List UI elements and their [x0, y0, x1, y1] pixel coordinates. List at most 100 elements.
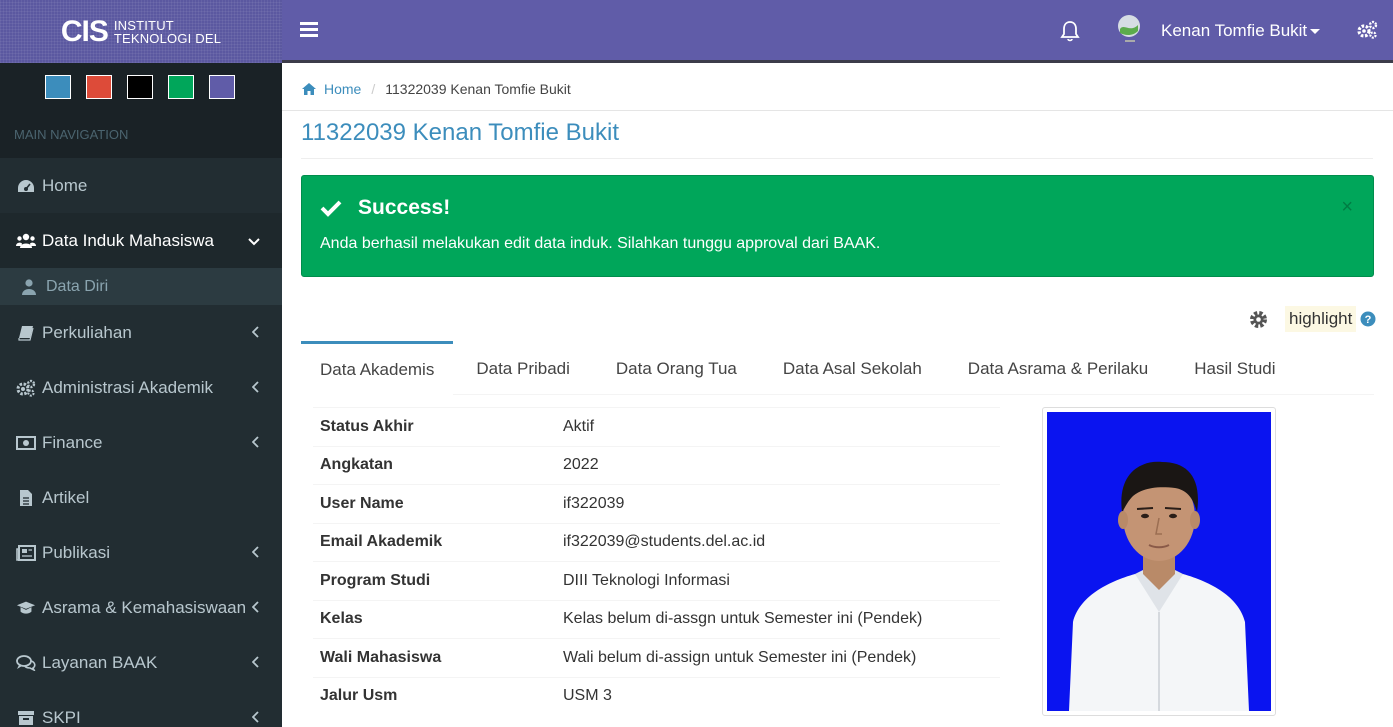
row-label: Status Akhir	[320, 417, 414, 435]
tab-data-orang-tua[interactable]: Data Orang Tua	[593, 341, 760, 395]
breadcrumb-home-label: Home	[324, 81, 362, 97]
chevron-left-icon	[251, 435, 260, 451]
highlight-toggle[interactable]: highlight	[1285, 306, 1357, 332]
skin-red[interactable]	[86, 75, 112, 99]
chevron-left-icon	[251, 380, 260, 396]
chevron-left-icon	[251, 655, 260, 671]
skin-black[interactable]	[127, 75, 153, 99]
row-label: Kelas	[320, 610, 363, 628]
skin-picker	[0, 63, 282, 111]
row-value: DIII Teknologi Informasi	[563, 571, 730, 589]
sidebar-item-label: Publikasi	[42, 542, 111, 562]
sidebar-item-label: Perkuliahan	[42, 322, 132, 342]
sidebar-item-layanan-baak[interactable]: Layanan BAAK	[0, 635, 282, 690]
logo-mark: CIS	[60, 14, 109, 48]
table-row: Jalur Usm USM 3	[313, 676, 1000, 716]
row-value: Wali belum di-assign untuk Semester ini …	[563, 648, 917, 666]
newspaper-icon	[16, 544, 36, 562]
sidebar-item-asrama-kemahasiswaan[interactable]: Asrama & Kemahasiswaan	[0, 580, 282, 635]
row-value: USM 3	[563, 687, 612, 705]
close-icon[interactable]: ×	[1341, 196, 1353, 219]
logo-text: INSTITUT TEKNOLOGI DEL	[114, 19, 221, 45]
divider	[301, 158, 1373, 159]
sidebar-item-artikel[interactable]: Artikel	[0, 470, 282, 525]
sidebar: CIS INSTITUT TEKNOLOGI DEL MAIN NAVIGATI…	[0, 0, 282, 727]
chevron-left-icon	[251, 600, 260, 616]
alert-title: Success!	[320, 196, 450, 220]
sidebar-subitem-data-diri[interactable]: Data Diri	[0, 268, 282, 305]
breadcrumb-separator: /	[371, 81, 376, 97]
top-navbar: Kenan Tomfie Bukit	[282, 0, 1393, 63]
tab-data-asal-sekolah[interactable]: Data Asal Sekolah	[760, 341, 945, 395]
highlight-toolbar: highlight ?	[1248, 306, 1376, 332]
cogs-icon[interactable]	[1356, 20, 1378, 45]
sidebar-item-data-induk-mahasiswa[interactable]: Data Induk Mahasiswa	[0, 213, 282, 268]
users-icon	[16, 232, 36, 250]
sidebar-item-perkuliahan[interactable]: Perkuliahan	[0, 305, 282, 360]
chevron-left-icon	[251, 710, 260, 726]
row-value: if322039@students.del.ac.id	[563, 533, 766, 551]
profile-tabs: Data Akademis Data Pribadi Data Orang Tu…	[301, 341, 1374, 395]
file-icon	[16, 489, 36, 507]
sidebar-item-label: SKPI	[42, 707, 81, 727]
svg-text:?: ?	[1365, 314, 1372, 326]
sidebar-item-home[interactable]: Home	[0, 158, 282, 213]
tab-data-pribadi[interactable]: Data Pribadi	[453, 341, 593, 395]
gear-icon[interactable]	[1248, 309, 1269, 330]
page-title: 11322039 Kenan Tomfie Bukit	[301, 119, 620, 146]
alert-title-text: Success!	[358, 196, 451, 219]
sidebar-item-finance[interactable]: Finance	[0, 415, 282, 470]
row-value: 2022	[563, 456, 599, 474]
row-value: Aktif	[563, 417, 595, 435]
tab-data-akademis[interactable]: Data Akademis	[301, 341, 454, 395]
logo-line-2: TEKNOLOGI DEL	[113, 30, 222, 46]
table-row: User Name if322039	[313, 484, 1000, 523]
avatar[interactable]	[1116, 15, 1142, 45]
breadcrumb: Home / 11322039 Kenan Tomfie Bukit	[302, 81, 571, 97]
sidebar-toggle-icon[interactable]	[300, 22, 318, 40]
student-photo	[1042, 407, 1276, 716]
sidebar-item-label: Asrama & Kemahasiswaan	[42, 597, 247, 617]
question-circle-icon[interactable]: ?	[1360, 311, 1376, 327]
sidebar-item-label: Home	[42, 175, 88, 195]
sidebar-item-label: Finance	[42, 432, 103, 452]
table-row: Angkatan 2022	[313, 445, 1000, 485]
skin-blue[interactable]	[45, 75, 71, 99]
tab-hasil-studi[interactable]: Hasil Studi	[1171, 341, 1298, 395]
table-row: Wali Mahasiswa Wali belum di-assign untuk…	[313, 638, 1000, 677]
skin-green[interactable]	[168, 75, 194, 99]
row-label: Angkatan	[320, 456, 393, 474]
sidebar-item-label: Administrasi Akademik	[42, 377, 214, 397]
table-row: Kelas Kelas belum di-assgn untuk Semester…	[313, 599, 1000, 639]
divider	[282, 110, 1393, 111]
chevron-left-icon	[251, 325, 260, 341]
alert-message: Anda berhasil melakukan edit data induk.…	[320, 235, 881, 252]
table-row: Status Akhir Aktif	[313, 407, 1000, 446]
breadcrumb-home[interactable]: Home	[302, 81, 361, 97]
skin-purple[interactable]	[209, 75, 235, 99]
tab-data-asrama-perilaku[interactable]: Data Asrama & Perilaku	[945, 341, 1171, 395]
chevron-left-icon	[251, 545, 260, 561]
home-icon	[302, 83, 316, 95]
academic-data-table: Status Akhir Aktif Angkatan 2022 User Name…	[313, 407, 1000, 715]
table-row: Email Akademik if322039@students.del.ac.i…	[313, 522, 1000, 562]
cogs-icon	[16, 379, 36, 397]
row-label: Email Akademik	[320, 533, 443, 551]
sidebar-item-skpi[interactable]: SKPI	[0, 690, 282, 727]
nav-header: MAIN NAVIGATION	[0, 111, 282, 158]
success-alert: Success! Anda berhasil melakukan edit da…	[301, 175, 1374, 277]
caret-down-icon[interactable]	[1310, 29, 1320, 34]
logo[interactable]: CIS INSTITUT TEKNOLOGI DEL	[0, 0, 282, 63]
breadcrumb-current: 11322039 Kenan Tomfie Bukit	[385, 81, 571, 97]
user-menu[interactable]: Kenan Tomfie Bukit	[1161, 21, 1307, 41]
sidebar-item-label: Data Induk Mahasiswa	[42, 230, 214, 250]
row-label: Wali Mahasiswa	[320, 648, 442, 666]
bell-icon[interactable]	[1060, 20, 1080, 47]
money-icon	[16, 434, 36, 452]
row-label: Jalur Usm	[320, 687, 398, 705]
sidebar-item-administrasi-akademik[interactable]: Administrasi Akademik	[0, 360, 282, 415]
comments-icon	[16, 654, 36, 672]
table-row: Program Studi DIII Teknologi Informasi	[313, 561, 1000, 600]
sidebar-item-label: Layanan BAAK	[42, 652, 158, 672]
sidebar-item-publikasi[interactable]: Publikasi	[0, 525, 282, 580]
